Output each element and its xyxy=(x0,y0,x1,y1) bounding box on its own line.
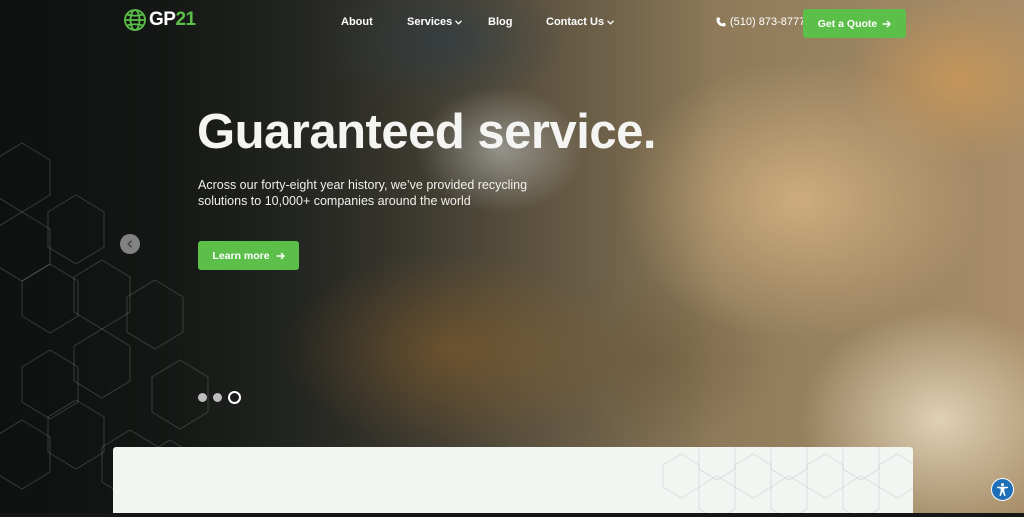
carousel-dot-1[interactable] xyxy=(198,393,207,402)
page-bottom-edge xyxy=(0,513,1024,517)
nav-item-services[interactable]: Services xyxy=(407,16,463,28)
top-navigation: GP 21 About Services Blog Contact Us (51… xyxy=(0,0,1024,48)
globe-icon xyxy=(124,9,146,31)
carousel-prev-button[interactable] xyxy=(120,234,140,254)
carousel-dot-2[interactable] xyxy=(213,393,222,402)
arrow-right-icon xyxy=(882,20,892,27)
phone-icon xyxy=(716,17,726,27)
logo-text-21: 21 xyxy=(175,9,196,30)
nav-item-label: About xyxy=(341,16,373,28)
content-card xyxy=(113,447,913,517)
button-label: Learn more xyxy=(212,249,270,262)
nav-item-blog[interactable]: Blog xyxy=(488,16,512,28)
logo-text-gp: GP xyxy=(149,9,176,30)
nav-item-about[interactable]: About xyxy=(341,16,373,28)
nav-item-label: Services xyxy=(407,16,453,28)
nav-item-label: Contact Us xyxy=(546,16,605,28)
logo[interactable]: GP 21 xyxy=(122,7,196,33)
nav-item-contact-us[interactable]: Contact Us xyxy=(546,16,615,28)
carousel-pagination xyxy=(198,391,241,404)
get-a-quote-button[interactable]: Get a Quote xyxy=(803,9,906,38)
hero-headline: Guaranteed service. xyxy=(197,105,656,159)
button-label: Get a Quote xyxy=(817,17,878,30)
phone-number: (510) 873-8777 xyxy=(730,16,806,28)
accessibility-icon xyxy=(997,483,1008,496)
hexagon-pattern xyxy=(662,447,913,517)
arrow-right-icon xyxy=(276,252,285,259)
phone-link[interactable]: (510) 873-8777 xyxy=(716,16,805,28)
hero-subtext: Across our forty-eight year history, we’… xyxy=(198,178,528,208)
accessibility-button[interactable] xyxy=(991,478,1014,501)
chevron-down-icon xyxy=(607,19,615,25)
carousel-dot-3-active[interactable] xyxy=(228,391,241,404)
chevron-left-icon xyxy=(127,240,133,248)
nav-item-label: Blog xyxy=(488,16,513,28)
hero-section: GP 21 About Services Blog Contact Us (51… xyxy=(0,0,1024,513)
chevron-down-icon xyxy=(455,19,463,25)
learn-more-button[interactable]: Learn more xyxy=(198,241,299,270)
